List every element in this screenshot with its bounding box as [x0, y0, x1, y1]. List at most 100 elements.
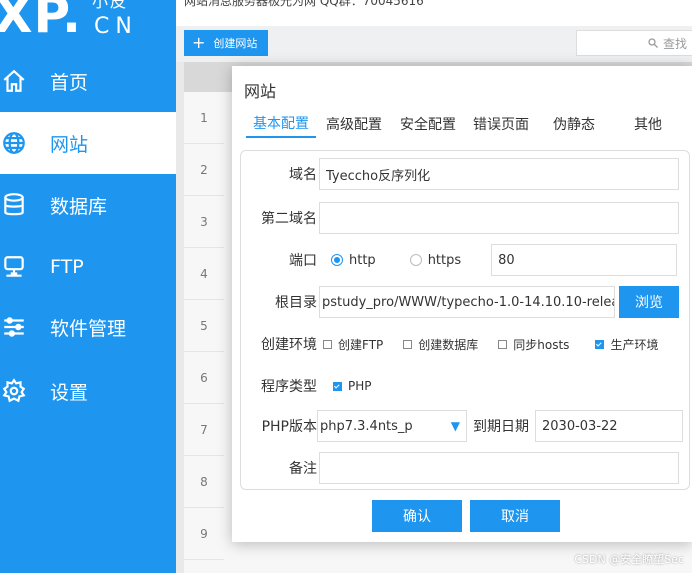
browse-button[interactable]: 浏览 [619, 286, 679, 318]
checkbox-box [403, 339, 413, 349]
https-radio-label: https [427, 252, 462, 268]
database-icon [0, 191, 28, 219]
root-dir-input[interactable]: pstudy_pro/WWW/typecho-1.0-14.10.10-rele… [319, 286, 615, 318]
table-row[interactable]: 6 [184, 352, 224, 404]
tab-error-pages[interactable]: 错误页面 [464, 110, 538, 138]
sidebar-item-database[interactable]: 数据库 [0, 174, 176, 236]
table-row[interactable]: 5 [184, 300, 224, 352]
tab-rewrite[interactable]: 伪静态 [538, 110, 610, 138]
expire-date-label: 到期日期 [473, 419, 529, 435]
table-row[interactable]: 7 [184, 404, 224, 456]
second-domain-label: 第二域名 [261, 211, 317, 227]
php-label: PHP [348, 379, 372, 393]
table-row[interactable]: 2 [184, 144, 224, 196]
modal-title: 网站 [244, 82, 277, 101]
create-website-button[interactable]: + 创建网站 [184, 30, 268, 56]
http-radio[interactable]: http [331, 253, 376, 268]
website-modal: 网站 基本配置 高级配置 安全配置 错误页面 伪静态 其他 域名 Tyeccho… [232, 66, 692, 542]
logo-subtext: 小皮 [92, 0, 129, 11]
php-checkbox[interactable]: PHP [333, 379, 372, 393]
program-type-row: 程序类型 PHP [241, 369, 691, 403]
php-version-label: PHP版本 [261, 419, 317, 435]
create-website-label: 创建网站 [213, 37, 258, 50]
sidebar: XP. 小皮 CN 首页 网站 数据库 FTP 软件管理 设置 [0, 0, 176, 573]
search-placeholder: 查找 [663, 36, 688, 51]
search-input[interactable]: 查找 [576, 30, 692, 56]
domain-row: 域名 Tyeccho反序列化 [241, 157, 691, 191]
checkbox-box [323, 339, 332, 349]
table-row[interactable]: 4 [184, 248, 224, 300]
confirm-button[interactable]: 确认 [372, 500, 462, 532]
form-container: 域名 Tyeccho反序列化 第二域名 端口 http https 80 根目录… [240, 150, 690, 490]
sidebar-item-label: 软件管理 [50, 317, 127, 340]
expire-date-input[interactable]: 2030-03-22 [535, 410, 683, 442]
modal-tabs: 基本配置 高级配置 安全配置 错误页面 伪静态 其他 [246, 110, 686, 138]
sliders-icon [0, 313, 28, 341]
home-icon [0, 67, 28, 95]
create-ftp-checkbox[interactable]: 创建FTP [323, 336, 383, 353]
globe-icon [0, 129, 28, 157]
program-type-label: 程序类型 [261, 379, 317, 395]
https-radio[interactable]: https [409, 252, 462, 268]
sidebar-item-label: 数据库 [50, 195, 108, 218]
port-row: 端口 http https 80 [241, 243, 691, 277]
root-dir-label: 根目录 [275, 295, 317, 311]
http-radio-label: http [349, 252, 376, 268]
tab-other[interactable]: 其他 [610, 110, 686, 138]
production-env-label: 生产环境 [610, 337, 659, 352]
sidebar-item-label: 设置 [50, 381, 89, 404]
radio-dot [331, 254, 343, 266]
sync-hosts-label: 同步hosts [513, 337, 570, 352]
create-database-checkbox[interactable]: 创建数据库 [403, 336, 478, 353]
production-env-checkbox[interactable]: 生产环境 [595, 336, 658, 353]
table-row[interactable]: 3 [184, 196, 224, 248]
remark-row: 备注 [241, 451, 691, 485]
notice-text: 网站消息服务器极光为网 QQ群：70045616 [184, 0, 424, 8]
port-label: 端口 [289, 253, 317, 269]
search-icon [648, 38, 658, 48]
second-domain-input[interactable] [319, 202, 679, 234]
dropdown-arrow-icon: ▼ [450, 419, 460, 433]
watermark: CSDN @安全瞭望Sec [574, 553, 684, 566]
tab-security-config[interactable]: 安全配置 [392, 110, 464, 138]
sidebar-item-website[interactable]: 网站 [0, 112, 176, 174]
cancel-button[interactable]: 取消 [470, 500, 560, 532]
php-version-select[interactable]: php7.3.4nts_p ▼ [317, 410, 467, 442]
env-label: 创建环境 [261, 337, 317, 353]
checkbox-box [498, 339, 508, 349]
checkbox-box [333, 381, 342, 391]
remark-input[interactable] [319, 452, 679, 484]
sidebar-item-home[interactable]: 首页 [0, 50, 176, 112]
second-domain-row: 第二域名 [241, 201, 691, 235]
sidebar-item-label: 网站 [50, 133, 89, 156]
tab-advanced-config[interactable]: 高级配置 [316, 110, 392, 138]
logo-cn: CN [94, 14, 138, 39]
sidebar-item-settings[interactable]: 设置 [0, 360, 176, 422]
table-row[interactable]: 9 [184, 508, 224, 560]
create-database-label: 创建数据库 [418, 337, 479, 352]
env-row: 创建环境 创建FTP 创建数据库 同步hosts 生产环境 [241, 327, 691, 361]
sidebar-item-label: FTP [50, 256, 84, 278]
ftp-server-icon [0, 253, 28, 281]
domain-label: 域名 [289, 167, 317, 183]
create-ftp-label: 创建FTP [338, 337, 384, 352]
sync-hosts-checkbox[interactable]: 同步hosts [498, 336, 569, 353]
table-row[interactable]: 1 [184, 92, 224, 144]
php-version-row: PHP版本 php7.3.4nts_p ▼ 到期日期 2030-03-22 [241, 409, 691, 443]
sidebar-item-ftp[interactable]: FTP [0, 236, 176, 298]
toolbar: + 创建网站 查找 [176, 26, 692, 62]
tab-basic-config[interactable]: 基本配置 [246, 110, 316, 138]
domain-input[interactable]: Tyeccho反序列化 [319, 158, 679, 190]
top-notice-bar: 网站消息服务器极光为网 QQ群：70045616 [176, 0, 692, 26]
app-logo: XP. 小皮 CN [0, 0, 176, 50]
logo-text: XP. [0, 0, 83, 44]
radio-dot [409, 254, 422, 266]
gear-icon [0, 377, 28, 405]
checkbox-box [595, 339, 605, 349]
table-row[interactable]: 8 [184, 456, 224, 508]
sidebar-item-label: 首页 [50, 71, 89, 94]
sidebar-item-software[interactable]: 软件管理 [0, 296, 176, 358]
root-dir-row: 根目录 pstudy_pro/WWW/typecho-1.0-14.10.10-… [241, 285, 691, 319]
port-input[interactable]: 80 [491, 244, 678, 276]
plus-icon: + [192, 33, 206, 52]
